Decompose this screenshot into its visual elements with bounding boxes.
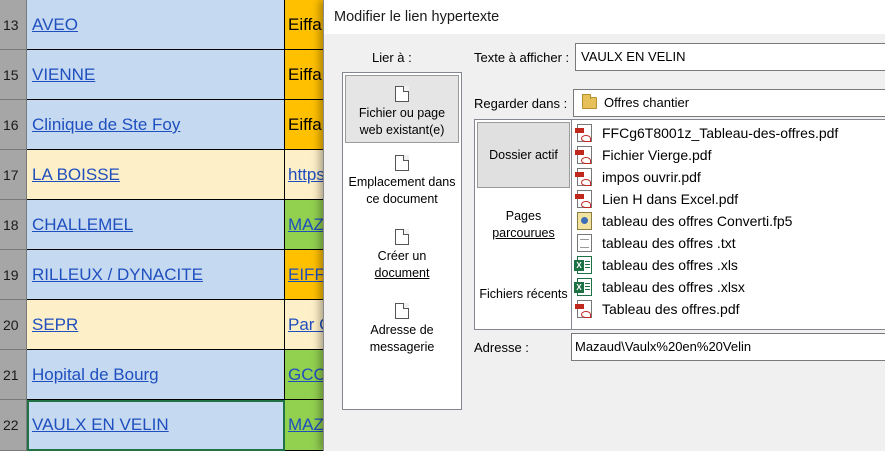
list-item[interactable]: Tableau des offres.pdf	[572, 298, 885, 320]
link-to-email-address[interactable]: Adresse de messagerie	[345, 303, 459, 365]
file-name: tableau des offres .xlsx	[602, 279, 745, 295]
new-document-icon	[395, 229, 409, 245]
cell-site-name[interactable]: Hopital de Bourg	[27, 350, 285, 400]
hyperlink[interactable]: CHALLEMEL	[32, 215, 133, 234]
nav-recent-files[interactable]: Fichiers récents	[477, 286, 570, 310]
hyperlink[interactable]: Hopital de Bourg	[32, 365, 159, 384]
cell-site-name-selected[interactable]: VAULX EN VELIN	[27, 400, 285, 451]
list-item[interactable]: Fichier Vierge.pdf	[572, 144, 885, 166]
row-header[interactable]: 17	[0, 150, 27, 200]
row-header[interactable]: 16	[0, 100, 27, 150]
hyperlink[interactable]: VIENNE	[32, 65, 95, 84]
row-header[interactable]: 15	[0, 50, 27, 100]
excel-icon	[574, 278, 592, 296]
file-name: Tableau des offres.pdf	[602, 301, 740, 317]
pdf-icon	[575, 146, 592, 164]
link-option-label: ce document	[366, 192, 438, 206]
list-item[interactable]: impos ouvrir.pdf	[572, 166, 885, 188]
file-name: tableau des offres .txt	[602, 235, 736, 251]
link-option-label: messagerie	[369, 340, 435, 354]
link-to-place-in-document[interactable]: Emplacement dans ce document	[345, 155, 459, 217]
list-item[interactable]: tableau des offres .xls	[572, 254, 885, 276]
hyperlink[interactable]: LA BOISSE	[32, 165, 120, 184]
link-option-label: Adresse de	[370, 323, 434, 337]
file-list[interactable]: FFCg6T8001z_Tableau-des-offres.pdf Fichi…	[571, 119, 885, 330]
hyperlink[interactable]: Clinique de Ste Foy	[32, 115, 180, 134]
hyperlink[interactable]: AVEO	[32, 15, 78, 34]
row-header[interactable]: 22	[0, 400, 27, 451]
link-option-label: document	[374, 266, 430, 280]
list-item[interactable]: FFCg6T8001z_Tableau-des-offres.pdf	[572, 122, 885, 144]
row-header[interactable]: 19	[0, 250, 27, 300]
link-to-panel: Fichier ou page web existant(e) Emplacem…	[342, 72, 462, 410]
link-to-existing-file[interactable]: Fichier ou page web existant(e)	[345, 75, 459, 143]
nav-label: Fichiers récents	[479, 287, 568, 301]
edit-hyperlink-dialog: Modifier le lien hypertexte Lier à : Fic…	[323, 0, 885, 451]
cell-text: Eiffa	[288, 65, 322, 84]
cell-site-name[interactable]: SEPR	[27, 300, 285, 350]
link-option-label: Créer un	[377, 249, 427, 263]
address-input[interactable]: Mazaud\Vaulx%20en%20Velin	[571, 333, 885, 361]
link-to-label: Lier à :	[372, 50, 412, 65]
globe-file-icon	[395, 86, 409, 102]
link-option-label: web existant(e)	[359, 123, 445, 137]
cell-text: Eiffa	[288, 15, 322, 34]
cell-site-name[interactable]: RILLEUX / DYNACITE	[27, 250, 285, 300]
file-name: impos ouvrir.pdf	[602, 169, 701, 185]
file-name: Lien H dans Excel.pdf	[602, 191, 739, 207]
fp5-icon	[577, 212, 592, 230]
pdf-icon	[575, 168, 592, 186]
hyperlink[interactable]: MAZ	[288, 415, 324, 434]
dialog-body: Lier à : Fichier ou page web existant(e)…	[324, 34, 885, 451]
text-to-display-input[interactable]: VAULX EN VELIN	[575, 43, 885, 71]
row-header[interactable]: 18	[0, 200, 27, 250]
browse-nav-panel: Dossier actif Pages parcourues Fichiers …	[474, 119, 571, 330]
nav-current-folder[interactable]: Dossier actif	[477, 122, 570, 188]
hyperlink[interactable]: GCC	[288, 365, 326, 384]
pdf-icon	[575, 124, 592, 142]
document-place-icon	[395, 155, 409, 171]
file-name: Fichier Vierge.pdf	[602, 147, 712, 163]
cell-site-name[interactable]: LA BOISSE	[27, 150, 285, 200]
hyperlink[interactable]: SEPR	[32, 315, 78, 334]
list-item[interactable]: tableau des offres Converti.fp5	[572, 210, 885, 232]
hyperlink[interactable]: MAZ	[288, 215, 324, 234]
list-item[interactable]: tableau des offres .txt	[572, 232, 885, 254]
look-in-value: Offres chantier	[604, 95, 690, 110]
row-header[interactable]: 20	[0, 300, 27, 350]
email-icon	[395, 303, 409, 319]
look-in-label: Regarder dans :	[474, 96, 568, 111]
link-option-label: Emplacement dans	[348, 175, 456, 189]
text-to-display-label: Texte à afficher :	[474, 50, 570, 65]
pdf-icon	[575, 190, 592, 208]
nav-label: Pages	[505, 209, 542, 223]
dialog-title[interactable]: Modifier le lien hypertexte	[324, 0, 885, 34]
link-to-new-document[interactable]: Créer un document	[345, 229, 459, 291]
file-name: FFCg6T8001z_Tableau-des-offres.pdf	[602, 125, 839, 141]
row-header[interactable]: 13	[0, 0, 27, 50]
cell-site-name[interactable]: Clinique de Ste Foy	[27, 100, 285, 150]
cell-site-name[interactable]: AVEO	[27, 0, 285, 50]
row-header[interactable]: 21	[0, 350, 27, 400]
list-item[interactable]: tableau des offres .xlsx	[572, 276, 885, 298]
hyperlink[interactable]: VAULX EN VELIN	[32, 415, 169, 434]
address-label: Adresse :	[474, 340, 529, 355]
excel-icon	[574, 256, 592, 274]
hyperlink[interactable]: RILLEUX / DYNACITE	[32, 265, 203, 284]
nav-browsed-pages[interactable]: Pages parcourues	[477, 208, 570, 248]
file-name: tableau des offres .xls	[602, 257, 738, 273]
cell-site-name[interactable]: VIENNE	[27, 50, 285, 100]
folder-icon	[582, 94, 597, 109]
nav-label: parcourues	[492, 226, 555, 240]
nav-label: Dossier actif	[489, 148, 558, 162]
file-name: tableau des offres Converti.fp5	[602, 213, 793, 229]
pdf-icon	[575, 300, 592, 318]
txt-icon	[577, 234, 592, 252]
cell-site-name[interactable]: CHALLEMEL	[27, 200, 285, 250]
hyperlink[interactable]: https	[288, 165, 325, 184]
list-item[interactable]: Lien H dans Excel.pdf	[572, 188, 885, 210]
cell-text: Eiffa	[288, 115, 322, 134]
look-in-dropdown[interactable]: Offres chantier	[573, 89, 885, 117]
link-option-label: Fichier ou page	[358, 106, 446, 120]
